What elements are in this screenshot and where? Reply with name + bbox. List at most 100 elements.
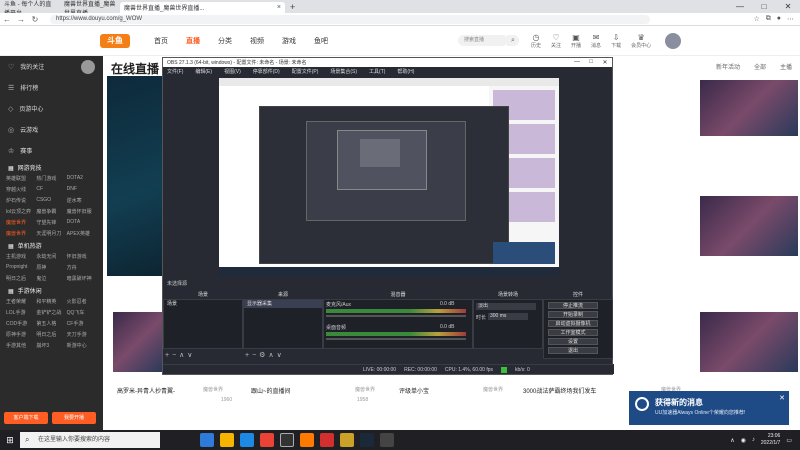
category-link[interactable]: 方舟 xyxy=(67,264,97,271)
category-link[interactable]: 金铲铲之战 xyxy=(36,309,66,316)
card-title[interactable]: 评级单小宝 xyxy=(399,386,429,395)
category-link[interactable]: 明日之后 xyxy=(36,331,66,338)
category-link[interactable]: 魔兽怀旧服 xyxy=(67,208,97,215)
windows-start-icon[interactable]: ⊞ xyxy=(0,435,20,446)
category-link[interactable]: CSGO xyxy=(36,197,66,204)
menu-edit[interactable]: 编辑(E) xyxy=(195,68,212,75)
all-link[interactable]: 全部 xyxy=(754,62,766,71)
category-link[interactable]: 英雄联盟 xyxy=(6,175,36,182)
sidebar-item-webgames[interactable]: ◇ 页游中心 xyxy=(0,98,103,119)
category-link[interactable]: 炉石传说 xyxy=(6,197,36,204)
scene-item[interactable]: 场景 xyxy=(164,300,242,308)
category-link[interactable]: DNF xyxy=(67,186,97,193)
nav-home[interactable]: 首页 xyxy=(154,36,168,46)
category-link[interactable]: DOTA xyxy=(67,219,97,226)
start-broadcast-button[interactable]: 我要开播 xyxy=(52,412,96,424)
category-link[interactable]: 穿越火线 xyxy=(6,186,36,193)
minimize-button[interactable]: — xyxy=(570,59,584,66)
browser-tab-2[interactable]: 魔兽世界直播_魔兽世界直播... xyxy=(60,2,120,17)
nav-video[interactable]: 视频 xyxy=(250,36,264,46)
douyu-logo[interactable]: 斗鱼 xyxy=(100,33,130,48)
category-link[interactable]: QQ飞车 xyxy=(67,309,97,316)
category-link[interactable]: Propnight xyxy=(6,264,36,271)
menu-help[interactable]: 帮助(H) xyxy=(397,68,414,75)
studio-mode-button[interactable]: 工作室模式 xyxy=(548,329,598,336)
site-search-input[interactable]: 搜索直播 xyxy=(458,35,508,46)
close-window-button[interactable]: ✕ xyxy=(776,2,800,11)
nav-live[interactable]: 直播 xyxy=(186,36,200,46)
category-link[interactable]: CF手游 xyxy=(67,320,97,327)
category-link[interactable]: 新游中心 xyxy=(67,342,97,349)
nav-games[interactable]: 游戏 xyxy=(282,36,296,46)
star-icon[interactable]: ☆ xyxy=(753,15,759,23)
browser-tab-3[interactable]: 魔兽世界直播_魔兽世界直播... × xyxy=(120,2,285,13)
card-title[interactable]: 跟山~的直播间 xyxy=(251,386,291,395)
stream-thumbnail[interactable] xyxy=(700,312,798,372)
taskbar-search-input[interactable]: ⌕ 在这里输入你要搜索的内容 xyxy=(20,432,160,448)
category-link[interactable]: 主机游戏 xyxy=(6,253,36,260)
file-explorer-icon[interactable] xyxy=(220,433,234,447)
category-link[interactable]: 明日之后 xyxy=(6,275,36,282)
category-link[interactable]: 原神 xyxy=(36,264,66,271)
card-title[interactable]: 3000战法萨霸终场我们发车 xyxy=(523,386,596,395)
chevron-up-icon[interactable]: ∧ xyxy=(730,437,734,444)
settings-button[interactable]: 设置 xyxy=(548,338,598,345)
category-link[interactable]: 守望先锋 xyxy=(36,219,66,226)
desktop-volume-slider[interactable] xyxy=(326,338,466,340)
stream-thumbnail[interactable] xyxy=(700,80,798,136)
messages-button[interactable]: ✉ 消息 xyxy=(591,33,601,49)
membership-button[interactable]: ♛ 会员中心 xyxy=(631,33,651,49)
stream-thumbnail[interactable] xyxy=(700,196,798,256)
minimize-button[interactable]: — xyxy=(728,2,752,11)
stream-thumbnail[interactable] xyxy=(113,312,163,372)
download-client-button[interactable]: 客户端下载 xyxy=(4,412,48,424)
edge-icon[interactable] xyxy=(240,433,254,447)
collections-icon[interactable]: ⧉ xyxy=(766,15,771,23)
sidebar-item-events[interactable]: ♔ 赛事 xyxy=(0,140,103,161)
category-link[interactable]: lol云顶之弈 xyxy=(6,208,36,215)
menu-profile[interactable]: 配置文件(P) xyxy=(292,68,319,75)
app-icon[interactable] xyxy=(340,433,354,447)
menu-file[interactable]: 文件(F) xyxy=(167,68,183,75)
app-icon[interactable] xyxy=(380,433,394,447)
category-link[interactable]: 热门游戏 xyxy=(36,175,66,182)
category-link[interactable]: 和平精英 xyxy=(36,298,66,305)
menu-scene-collection[interactable]: 场景集合(S) xyxy=(330,68,357,75)
category-link[interactable]: 崩坏3 xyxy=(36,342,66,349)
clock[interactable]: 23:06 2022/1/7 xyxy=(761,433,780,447)
exit-button[interactable]: 退出 xyxy=(548,347,598,354)
scenes-dock-toolbar[interactable]: +−∧∨ xyxy=(163,351,195,359)
close-icon[interactable]: ✕ xyxy=(779,394,785,402)
category-link[interactable]: 原神手游 xyxy=(6,331,36,338)
douyu-app-icon[interactable] xyxy=(300,433,314,447)
category-link[interactable]: 逆水寒 xyxy=(67,197,97,204)
category-link[interactable]: COD手游 xyxy=(6,320,36,327)
app-icon[interactable] xyxy=(320,433,334,447)
category-link[interactable]: 永劫无间 xyxy=(36,253,66,260)
sidebar-item-ranking[interactable]: ☰ 排行榜 xyxy=(0,77,103,98)
nav-category[interactable]: 分类 xyxy=(218,36,232,46)
menu-view[interactable]: 视图(V) xyxy=(224,68,241,75)
obs-icon[interactable] xyxy=(280,433,294,447)
maximize-button[interactable]: □ xyxy=(584,59,598,66)
start-recording-button[interactable]: 开始录制 xyxy=(548,311,598,318)
category-link[interactable]: 王者荣耀 xyxy=(6,298,36,305)
maximize-button[interactable]: □ xyxy=(752,2,776,11)
volume-icon[interactable]: ♪ xyxy=(752,437,755,443)
category-link[interactable]: 天刀手游 xyxy=(67,331,97,338)
more-icon[interactable]: ⋯ xyxy=(787,15,794,23)
sources-dock-toolbar[interactable]: +−⚙∧∨ xyxy=(243,351,285,359)
reload-icon[interactable]: ↻ xyxy=(28,15,42,24)
back-icon[interactable]: ← xyxy=(0,15,14,24)
browser-tab-1[interactable]: 斗鱼 - 每个人的直播平台 xyxy=(0,2,60,17)
category-link[interactable]: CF xyxy=(36,186,66,193)
source-item[interactable]: 显示器采集 xyxy=(244,300,322,308)
notification-center-icon[interactable]: ▭ xyxy=(786,437,792,444)
anchor-link[interactable]: 主播 xyxy=(780,62,792,71)
new-year-link[interactable]: 新年活动 xyxy=(716,62,740,71)
notification-toast[interactable]: 获得新的消息 UU加速器Always Online个荣耀向您推荐! ✕ xyxy=(629,391,789,425)
close-icon[interactable]: × xyxy=(277,4,281,11)
avatar[interactable] xyxy=(665,32,682,49)
history-button[interactable]: ◷ 历史 xyxy=(531,33,541,49)
network-icon[interactable]: ◉ xyxy=(741,437,746,444)
